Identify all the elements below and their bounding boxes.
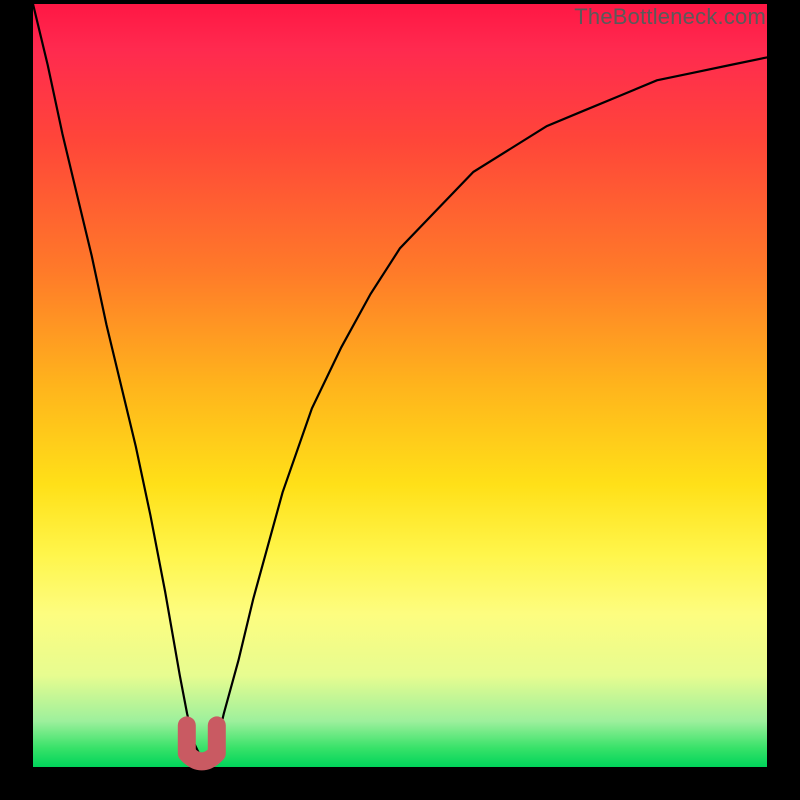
min-marker-icon [187,725,217,761]
chart-frame: TheBottleneck.com [0,0,800,800]
curve-overlay [33,4,767,767]
bottleneck-curve [33,4,767,759]
